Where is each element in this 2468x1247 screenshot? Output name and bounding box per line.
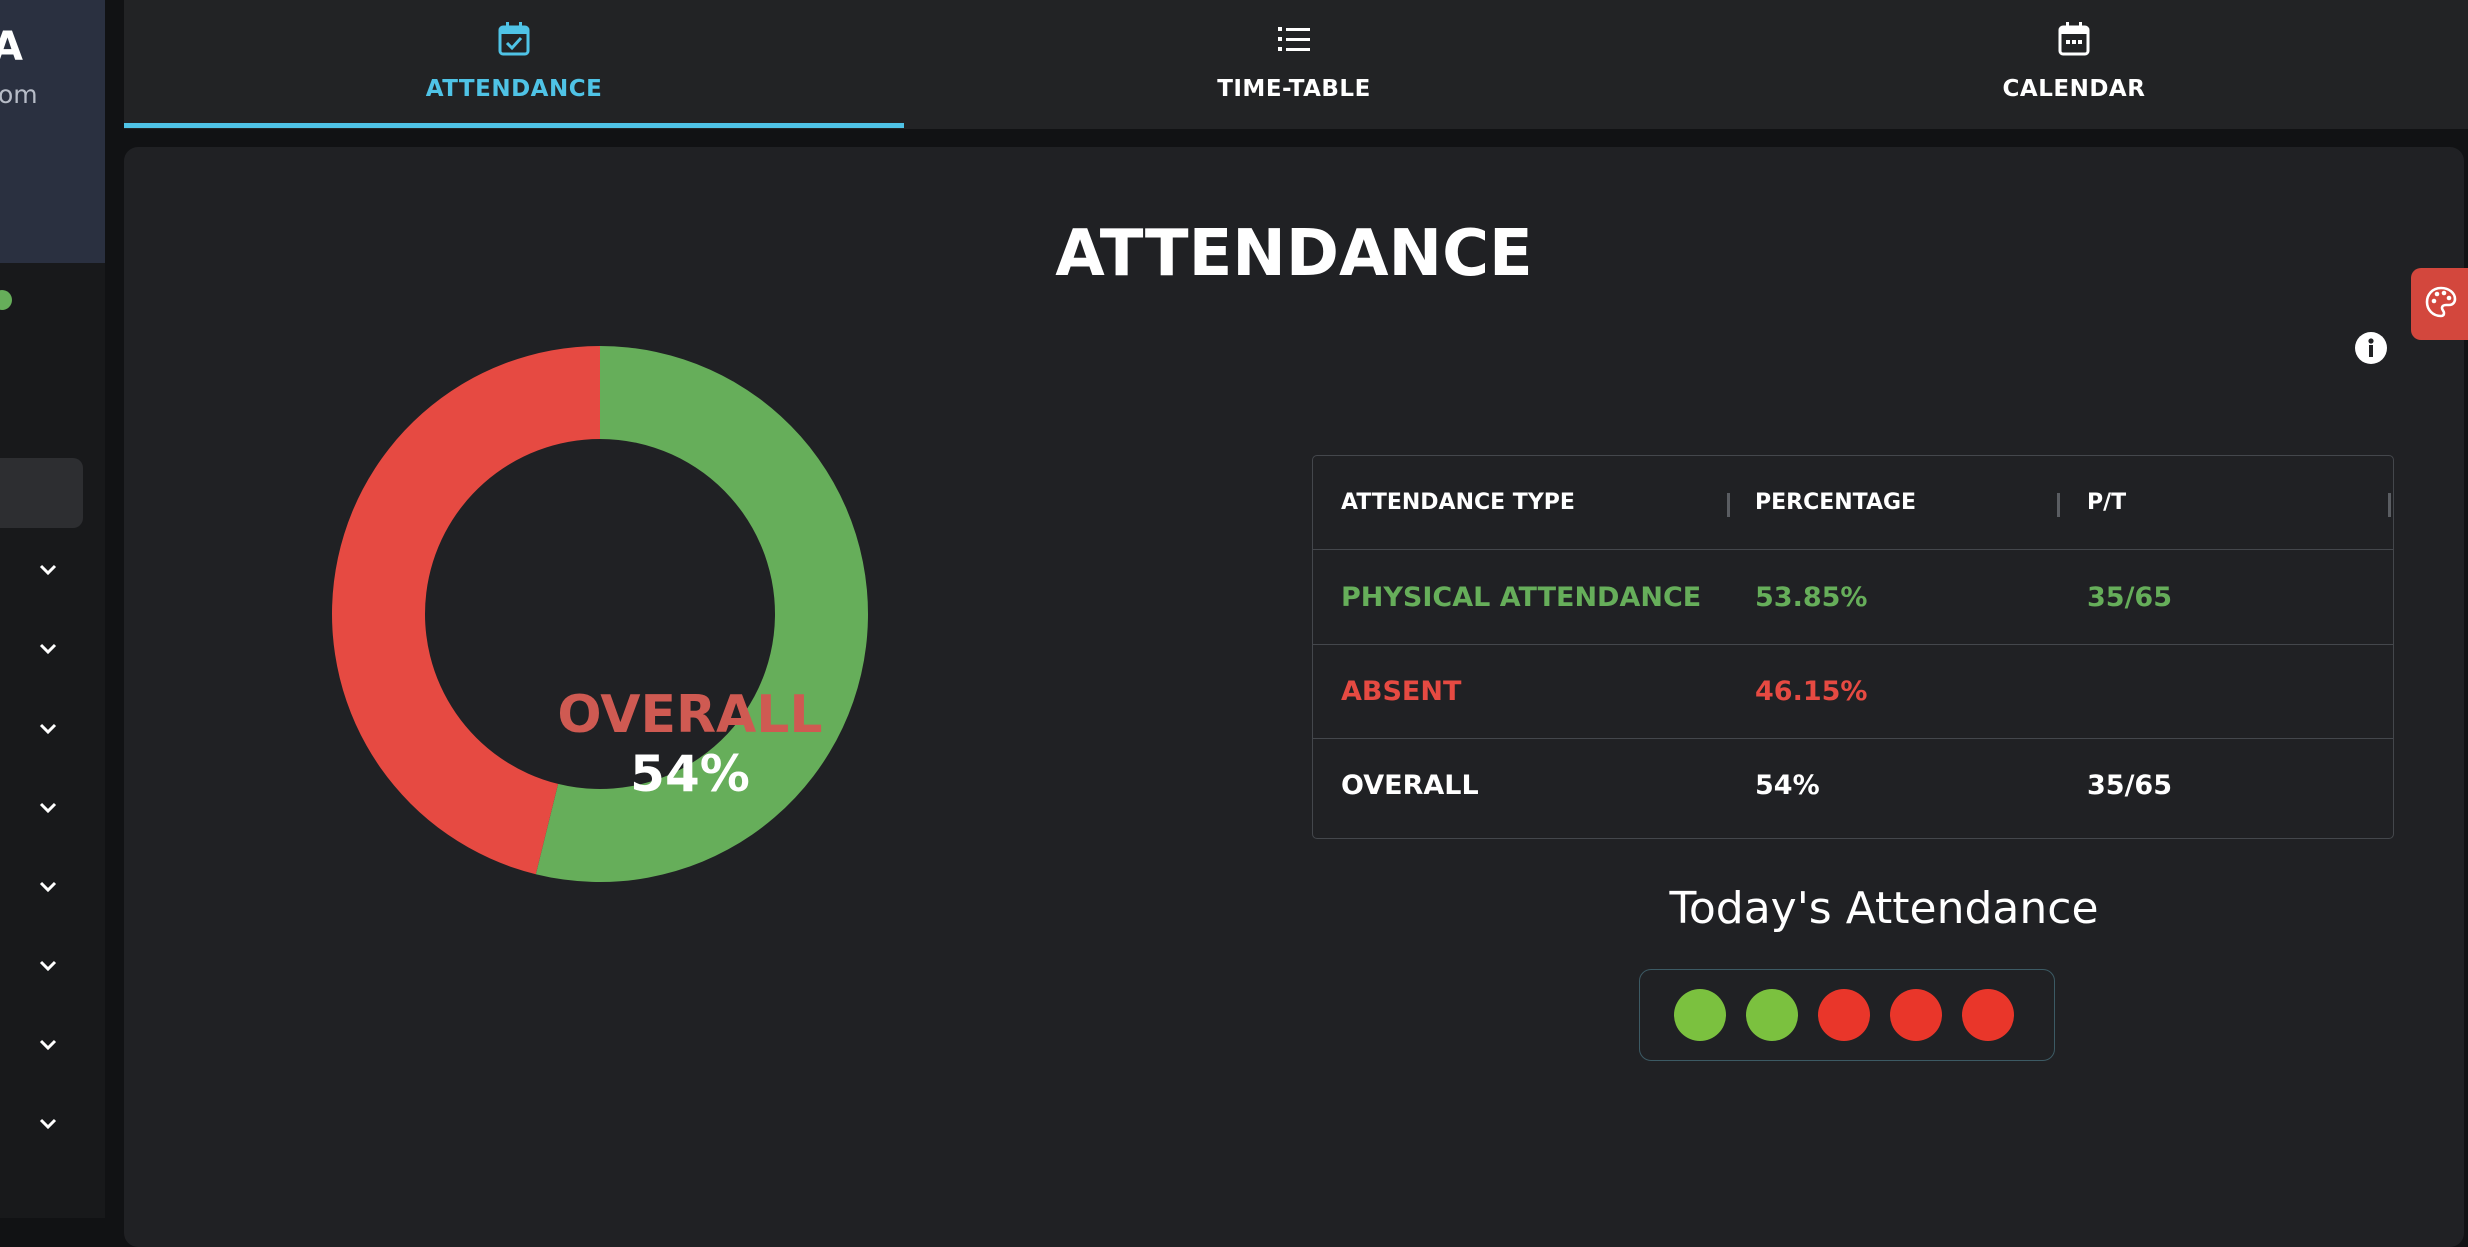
tab-time-table[interactable]: TIME-TABLE [904,0,1684,125]
chevron-down-icon[interactable] [36,1035,60,1055]
calendar-check-icon [497,20,531,58]
tab-calendar[interactable]: CALENDAR [1684,0,2464,125]
table-row: PHYSICAL ATTENDANCE 53.85% 35/65 [1313,551,2393,645]
sidebar-item-active[interactable] [0,458,83,528]
column-separator [2388,493,2391,517]
chevron-down-icon[interactable] [36,719,60,739]
tab-label: TIME-TABLE [1217,76,1371,102]
palette-icon [2424,285,2458,323]
column-separator [1727,493,1730,517]
chevron-down-icon[interactable] [36,639,60,659]
info-icon[interactable] [2354,331,2388,365]
row-percentage: 53.85% [1755,582,1868,613]
active-tab-indicator [124,123,904,128]
online-status-icon [0,290,12,310]
profile-email: om [0,80,38,109]
chevron-down-icon[interactable] [36,1114,60,1134]
row-type: PHYSICAL ATTENDANCE [1341,582,1702,613]
theme-palette-button[interactable] [2411,268,2468,340]
attendance-dot-present [1674,989,1726,1041]
chevron-down-icon[interactable] [36,560,60,580]
row-type: ABSENT [1341,676,1462,707]
attendance-table: ATTENDANCE TYPE PERCENTAGE P/T PHYSICAL … [1312,455,2394,839]
attendance-panel: ATTENDANCE OVERALL 54% ATTENDANCE TYPE P… [124,147,2464,1247]
attendance-dot-present [1746,989,1798,1041]
page-title: ATTENDANCE [1055,217,1533,291]
todays-attendance-title: Today's Attendance [1669,883,2099,934]
table-row: OVERALL 54% 35/65 [1313,739,2393,832]
column-separator [2057,493,2060,517]
header-pt: P/T [2087,490,2127,515]
todays-attendance-dots [1639,969,2055,1061]
header-attendance-type: ATTENDANCE TYPE [1341,490,1575,515]
attendance-dot-absent [1962,989,2014,1041]
row-pt: 35/65 [2087,582,2173,613]
row-percentage: 46.15% [1755,676,1868,707]
attendance-dot-absent [1890,989,1942,1041]
donut-center-title: OVERALL [557,685,823,745]
chevron-down-icon[interactable] [36,798,60,818]
header-percentage: PERCENTAGE [1755,490,1917,515]
row-percentage: 54% [1755,770,1820,801]
profile-card: A om [0,0,105,263]
list-icon [1277,20,1311,58]
chevron-down-icon[interactable] [36,877,60,897]
attendance-donut-chart [332,346,869,883]
tab-label: CALENDAR [2002,76,2146,102]
calendar-icon [2057,20,2091,58]
table-row: ABSENT 46.15% [1313,645,2393,739]
tab-attendance[interactable]: ATTENDANCE [124,0,904,125]
row-type: OVERALL [1341,770,1479,801]
sidebar: A om [0,0,105,1218]
row-pt: 35/65 [2087,770,2173,801]
donut-center-label: OVERALL 54% [530,685,850,803]
table-header-row: ATTENDANCE TYPE PERCENTAGE P/T [1313,456,2393,550]
donut-center-value: 54% [630,745,750,803]
tab-bar: ATTENDANCE TIME-TABLE CALENDAR [124,0,2468,129]
attendance-dot-absent [1818,989,1870,1041]
tab-label: ATTENDANCE [425,76,603,102]
profile-initial: A [0,24,23,70]
chevron-down-icon[interactable] [36,956,60,976]
